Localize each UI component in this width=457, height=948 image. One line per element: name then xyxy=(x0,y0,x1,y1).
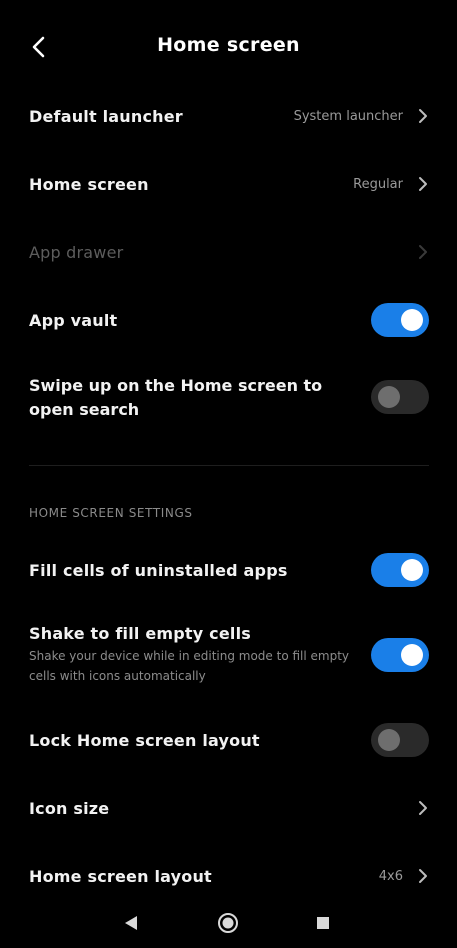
swipe-up-search-row: Swipe up on the Home screen to open sear… xyxy=(0,372,457,424)
toggle-knob xyxy=(401,644,423,666)
icon-size-row[interactable]: Icon size xyxy=(0,788,457,828)
shake-fill-toggle[interactable] xyxy=(371,638,429,672)
nav-recents-button[interactable] xyxy=(306,906,340,940)
circle-home-icon xyxy=(218,913,238,933)
app-vault-toggle[interactable] xyxy=(371,303,429,337)
app-vault-label: App vault xyxy=(29,310,118,330)
square-recents-icon xyxy=(317,917,329,929)
shake-fill-description: Shake your device while in editing mode … xyxy=(29,649,350,683)
navigation-bar xyxy=(0,898,457,948)
page-title: Home screen xyxy=(157,34,300,56)
section-divider xyxy=(29,465,429,466)
lock-layout-toggle[interactable] xyxy=(371,723,429,757)
lock-layout-label: Lock Home screen layout xyxy=(29,730,260,750)
lock-layout-row: Lock Home screen layout xyxy=(0,720,457,760)
home-screen-layout-value: 4x6 xyxy=(378,868,403,884)
nav-back-button[interactable] xyxy=(114,906,148,940)
fill-cells-row: Fill cells of uninstalled apps xyxy=(0,550,457,590)
section-header: HOME SCREEN SETTINGS xyxy=(29,506,193,520)
fill-cells-toggle[interactable] xyxy=(371,553,429,587)
chevron-right-icon xyxy=(417,176,429,192)
chevron-right-icon xyxy=(417,868,429,884)
nav-home-button[interactable] xyxy=(211,906,245,940)
toggle-knob xyxy=(378,729,400,751)
chevron-right-icon xyxy=(417,108,429,124)
toggle-knob xyxy=(401,309,423,331)
app-drawer-label: App drawer xyxy=(29,242,124,262)
home-screen-layout-row[interactable]: Home screen layout 4x6 xyxy=(0,856,457,896)
home-screen-row[interactable]: Home screen Regular xyxy=(0,164,457,204)
app-vault-row: App vault xyxy=(0,300,457,340)
chevron-right-icon xyxy=(417,800,429,816)
toggle-knob xyxy=(401,559,423,581)
icon-size-label: Icon size xyxy=(29,798,110,818)
fill-cells-label: Fill cells of uninstalled apps xyxy=(29,560,288,580)
toggle-knob xyxy=(378,386,400,408)
swipe-up-search-toggle[interactable] xyxy=(371,380,429,414)
chevron-right-icon xyxy=(417,244,429,260)
header-bar: Home screen xyxy=(0,0,457,96)
swipe-up-search-label: Swipe up on the Home screen to open sear… xyxy=(29,376,323,419)
default-launcher-value: System launcher xyxy=(293,108,403,124)
default-launcher-row[interactable]: Default launcher System launcher xyxy=(0,96,457,136)
home-screen-value: Regular xyxy=(353,176,403,192)
app-drawer-row: App drawer xyxy=(0,232,457,272)
shake-fill-label: Shake to fill empty cells xyxy=(29,624,251,643)
home-screen-layout-label: Home screen layout xyxy=(29,866,212,886)
default-launcher-label: Default launcher xyxy=(29,106,183,126)
shake-fill-row: Shake to fill empty cells Shake your dev… xyxy=(0,622,457,688)
home-screen-label: Home screen xyxy=(29,174,149,194)
triangle-back-icon xyxy=(125,916,137,930)
